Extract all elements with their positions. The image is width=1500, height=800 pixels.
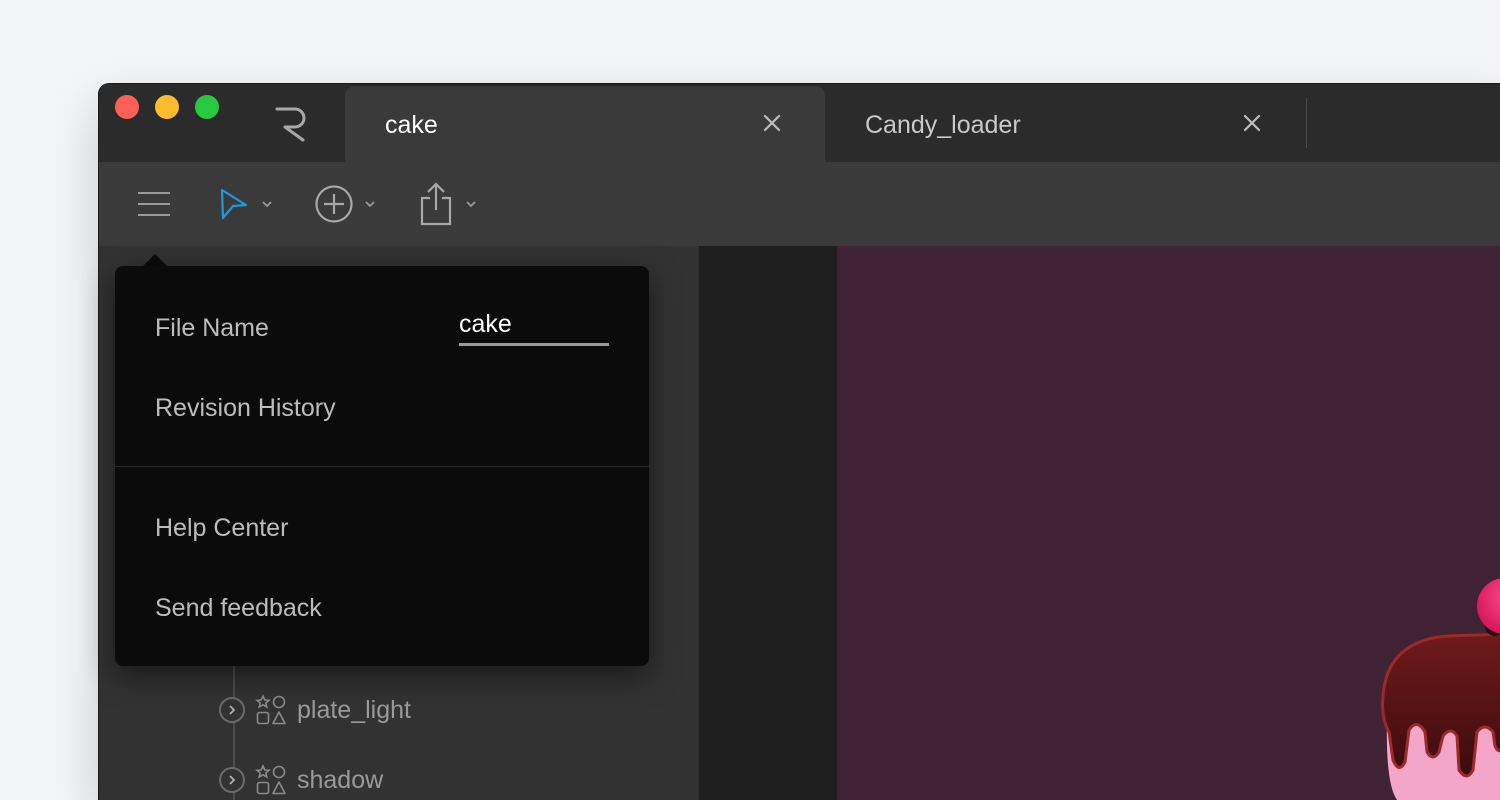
chevron-down-icon: [466, 201, 476, 208]
select-tool-button[interactable]: [219, 162, 273, 246]
artboard-gutter: [699, 246, 837, 800]
revision-history-menu-item[interactable]: Revision History: [155, 394, 336, 423]
plus-circle-icon: [315, 185, 353, 223]
app-logo-icon: [275, 107, 306, 142]
tab-label: Candy_loader: [865, 111, 1021, 139]
shapes-icon: [255, 764, 286, 795]
layer-label: plate_light: [297, 695, 411, 724]
add-button[interactable]: [314, 162, 376, 246]
help-center-menu-item[interactable]: Help Center: [155, 514, 288, 543]
close-icon[interactable]: [1243, 114, 1261, 132]
menu-divider: [115, 466, 649, 467]
tab-divider: [1306, 98, 1307, 148]
layer-row[interactable]: shadow: [219, 760, 383, 800]
cursor-arrow-icon: [220, 188, 248, 220]
file-name-label: File Name: [155, 314, 269, 342]
window-maximize-button[interactable]: [195, 95, 219, 119]
tab-label: cake: [385, 111, 438, 139]
title-bar: cake Candy_loader: [99, 84, 1500, 162]
layer-row[interactable]: plate_light: [219, 690, 411, 730]
close-icon[interactable]: [763, 114, 781, 132]
chevron-right-icon[interactable]: [219, 697, 245, 723]
design-canvas[interactable]: [837, 246, 1500, 800]
window-close-button[interactable]: [115, 95, 139, 119]
tab-candy-loader[interactable]: Candy_loader: [825, 86, 1305, 162]
chevron-down-icon: [365, 201, 375, 208]
menu-button[interactable]: [137, 162, 171, 246]
send-feedback-menu-item[interactable]: Send feedback: [155, 594, 322, 623]
share-button[interactable]: [419, 162, 477, 246]
hamburger-icon: [138, 192, 170, 216]
shapes-icon: [255, 694, 286, 725]
chevron-down-icon: [262, 201, 272, 208]
toolbar: [99, 162, 1500, 246]
popover-arrow: [143, 254, 167, 266]
share-icon: [420, 182, 452, 226]
file-name-field[interactable]: [459, 306, 609, 346]
cake-illustration: [1381, 578, 1500, 800]
file-menu-popover: File Name Revision History Help Center S…: [115, 266, 649, 666]
window-minimize-button[interactable]: [155, 95, 179, 119]
layer-label: shadow: [297, 765, 384, 794]
chevron-right-icon[interactable]: [219, 767, 245, 793]
tab-cake[interactable]: cake: [345, 86, 825, 162]
